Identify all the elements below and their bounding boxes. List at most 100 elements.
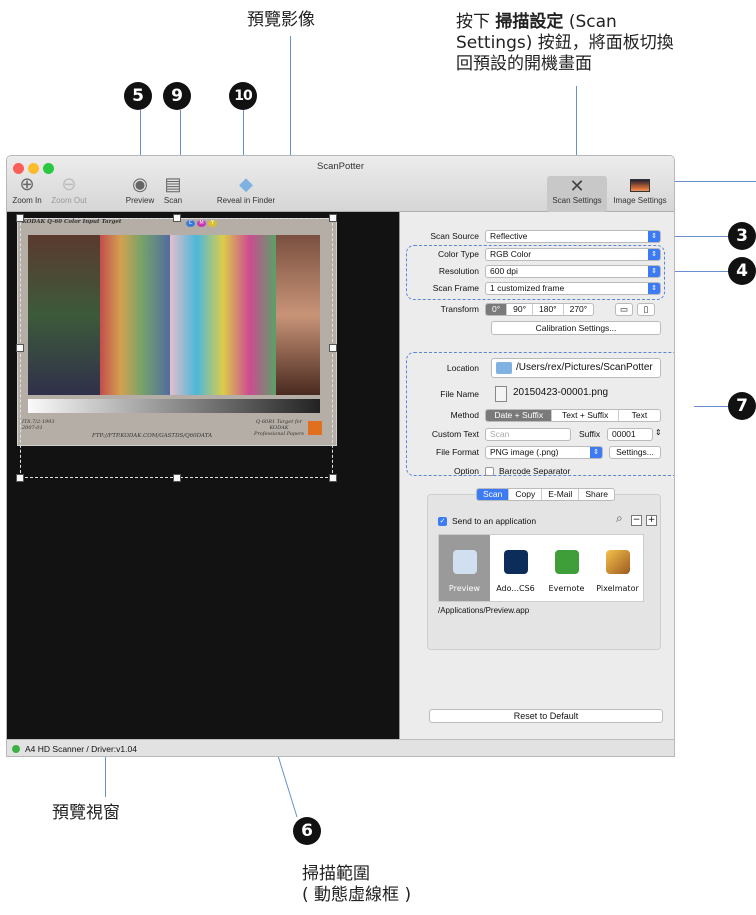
app-photoshop-label: Ado...CS6 xyxy=(496,584,535,593)
flip-vertical-button[interactable]: ▯ xyxy=(637,303,655,316)
color-settings-highlight xyxy=(406,245,665,300)
preview-label: Preview xyxy=(125,196,155,205)
suffix-input[interactable]: 00001 xyxy=(607,428,653,441)
image-settings-label: Image Settings xyxy=(613,196,667,205)
preview-button[interactable]: ◉ Preview xyxy=(122,172,158,205)
method-text-suffix[interactable]: Text + Suffix xyxy=(552,410,619,421)
pixelmator-app-icon xyxy=(605,550,630,574)
app-evernote[interactable]: Evernote xyxy=(541,535,592,601)
scan-frame[interactable] xyxy=(20,218,333,478)
file-format-select[interactable]: PNG image (.png) ⇕ xyxy=(485,446,603,459)
image-settings-button[interactable]: Image Settings xyxy=(609,176,671,205)
transform-row: Transform 0° 90° 180° 270° ▭ ▯ xyxy=(401,303,674,317)
folder-icon xyxy=(496,362,512,374)
file-icon xyxy=(495,386,507,402)
format-settings-button[interactable]: Settings... xyxy=(609,446,661,459)
app-photoshop[interactable]: Ado...CS6 xyxy=(490,535,541,601)
zoom-out-button[interactable]: ⊖ Zoom Out xyxy=(47,172,91,205)
frame-handle-tr[interactable] xyxy=(329,214,337,222)
status-bar: A4 HD Scanner / Driver:v1.04 xyxy=(7,739,674,756)
transform-90[interactable]: 90° xyxy=(507,304,533,315)
evernote-app-icon xyxy=(554,550,579,574)
transform-180[interactable]: 180° xyxy=(533,304,564,315)
badge-9: 9 xyxy=(163,82,191,110)
add-app-button[interactable]: + xyxy=(646,515,657,526)
flip-horizontal-button[interactable]: ▭ xyxy=(615,303,633,316)
send-to-app-checkbox[interactable]: ✓ xyxy=(438,517,447,526)
barcode-checkbox[interactable] xyxy=(485,467,494,476)
tab-email[interactable]: E-Mail xyxy=(542,489,580,500)
file-name-value: 20150423-00001.png xyxy=(513,387,609,398)
transform-segmented[interactable]: 0° 90° 180° 270° xyxy=(485,303,595,316)
scan-button[interactable]: ▤ Scan xyxy=(160,172,186,205)
frame-handle-b[interactable] xyxy=(173,474,181,482)
preview-app-icon xyxy=(452,550,477,574)
chevron-updown-icon: ⇕ xyxy=(590,447,602,458)
zoom-in-label: Zoom In xyxy=(12,196,42,205)
badge-10: 10 xyxy=(229,82,257,110)
frame-handle-tl[interactable] xyxy=(16,214,24,222)
remove-app-button[interactable]: − xyxy=(631,515,642,526)
scanner-icon: ▤ xyxy=(164,174,182,194)
frame-handle-r[interactable] xyxy=(329,344,337,352)
reset-to-default-button[interactable]: Reset to Default xyxy=(429,709,663,723)
app-preview[interactable]: Preview xyxy=(439,535,490,601)
badge-4: 4 xyxy=(728,257,756,285)
transform-0[interactable]: 0° xyxy=(486,304,508,315)
option-label: Option xyxy=(453,466,479,476)
method-label: Method xyxy=(450,410,479,420)
location-row: Location /Users/rex/Pictures/ScanPotter xyxy=(401,358,674,380)
suffix-stepper-icon[interactable]: ⇕ xyxy=(655,428,662,437)
app-path: /Applications/Preview.app xyxy=(438,606,530,615)
app-pixelmator-label: Pixelmator xyxy=(596,584,639,593)
suffix-label: Suffix xyxy=(579,429,601,439)
reveal-in-finder-button[interactable]: ◆ Reveal in Finder xyxy=(210,172,282,205)
status-dot-icon xyxy=(12,745,20,753)
calibration-settings-button[interactable]: Calibration Settings... xyxy=(491,321,661,335)
app-preview-label: Preview xyxy=(448,584,481,593)
badge-6: 6 xyxy=(293,817,321,845)
frame-handle-l[interactable] xyxy=(16,344,24,352)
scan-settings-button[interactable]: ✕ Scan Settings xyxy=(547,176,607,212)
file-format-label: File Format xyxy=(436,447,479,457)
frame-handle-t[interactable] xyxy=(173,214,181,222)
zoom-out-icon: ⊖ xyxy=(61,174,77,194)
frame-handle-bl[interactable] xyxy=(16,474,24,482)
scan-source-row: Scan Source Reflective ⇕ xyxy=(401,230,674,244)
search-icon[interactable]: ⌕ xyxy=(616,511,623,526)
custom-text-row: Custom Text Scan Suffix 00001 ⇕ xyxy=(401,428,674,442)
method-row: Method Date + Suffix Text + Suffix Text xyxy=(401,409,674,423)
zoom-in-button[interactable]: ⊕ Zoom In xyxy=(9,172,45,205)
location-value: /Users/rex/Pictures/ScanPotter xyxy=(516,362,653,373)
scan-source-select[interactable]: Reflective ⇕ xyxy=(485,230,661,243)
settings-panel: Scan Source Reflective ⇕ Color Type RGB C… xyxy=(401,212,674,739)
window-title: ScanPotter xyxy=(317,161,364,172)
zoom-out-label: Zoom Out xyxy=(51,196,87,205)
badge-3: 3 xyxy=(728,222,756,250)
status-text: A4 HD Scanner / Driver:v1.04 xyxy=(25,744,137,754)
custom-text-label: Custom Text xyxy=(431,429,479,439)
method-text[interactable]: Text xyxy=(619,410,660,421)
scan-source-value: Reflective xyxy=(490,231,528,241)
custom-text-input[interactable]: Scan xyxy=(485,428,571,441)
eye-icon: ◉ xyxy=(132,174,148,194)
tools-icon: ✕ xyxy=(569,176,585,196)
tab-share[interactable]: Share xyxy=(579,489,614,500)
file-format-value: PNG image (.png) xyxy=(490,447,559,457)
scan-label: Scan xyxy=(163,196,183,205)
location-field[interactable]: /Users/rex/Pictures/ScanPotter xyxy=(491,358,661,378)
tab-scan[interactable]: Scan xyxy=(477,489,510,500)
send-to-app-label: Send to an application xyxy=(452,516,537,526)
app-pixelmator[interactable]: Pixelmator xyxy=(592,535,643,601)
method-date-suffix[interactable]: Date + Suffix xyxy=(486,410,553,421)
image-settings-icon xyxy=(609,176,671,196)
preview-area[interactable]: KODAK Q-60 Color Input Target C M Y IT8.… xyxy=(7,212,400,739)
file-format-row: File Format PNG image (.png) ⇕ Settings..… xyxy=(401,446,674,460)
destination-tabs[interactable]: Scan Copy E-Mail Share xyxy=(476,488,615,501)
destination-box: Scan Copy E-Mail Share ✓ Send to an appl… xyxy=(427,488,661,650)
frame-handle-br[interactable] xyxy=(329,474,337,482)
transform-270[interactable]: 270° xyxy=(564,304,594,315)
method-segmented[interactable]: Date + Suffix Text + Suffix Text xyxy=(485,409,661,422)
file-name-row: File Name 20150423-00001.png xyxy=(401,385,674,405)
tab-copy[interactable]: Copy xyxy=(509,489,543,500)
